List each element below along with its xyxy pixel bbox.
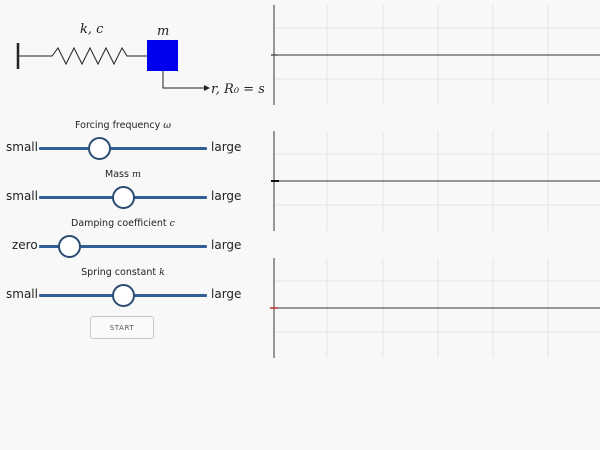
slider-title: Damping coefficient c [71,218,175,229]
spring-icon [18,46,147,66]
slider-max-label: large [211,287,242,301]
output-arrow [162,71,204,89]
mass-label: m [157,24,170,39]
spring-label: k, c [80,22,104,37]
slider-track[interactable] [39,147,207,150]
plot-response [270,258,600,358]
start-button[interactable]: START [90,316,154,339]
slider-min-label: small [6,189,38,203]
slider-thumb[interactable] [111,284,135,307]
slider-thumb[interactable] [87,137,111,160]
slider-max-label: large [211,238,242,252]
slider-max-label: large [211,189,242,203]
mass-block [147,40,178,71]
slider-title: Mass m [105,169,141,180]
slider-title: Spring constant k [81,267,165,278]
slider-min-label: small [6,287,38,301]
slider-thumb[interactable] [57,235,81,258]
output-label: r, R₀ = s [211,82,264,97]
slider-min-label: zero [12,238,38,252]
plot-position [271,5,600,105]
slider-title: Forcing frequency ω [75,120,171,131]
slider-thumb[interactable] [111,186,135,209]
plot-force [271,131,600,231]
arrow-head-icon [204,85,210,91]
slider-min-label: small [6,140,38,154]
slider-max-label: large [211,140,242,154]
mass-spring-diagram: k, c m r, R₀ = s [0,0,270,110]
